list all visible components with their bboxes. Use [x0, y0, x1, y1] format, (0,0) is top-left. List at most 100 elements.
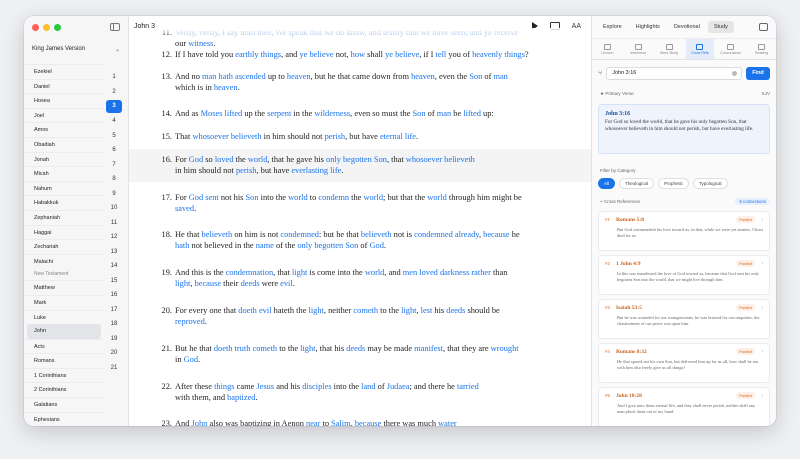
linked-word[interactable]: heaven	[287, 72, 311, 81]
linked-word[interactable]: Salim	[331, 419, 351, 426]
version-selector[interactable]: King James Version ⌄	[32, 42, 120, 56]
linked-word[interactable]: serpent	[267, 109, 291, 118]
linked-word[interactable]: condemnation	[226, 268, 273, 277]
verse-16[interactable]: 16. For God so loved the world, that he g…	[129, 149, 591, 182]
linked-word[interactable]: deeds	[446, 306, 465, 315]
linked-word[interactable]: tell	[436, 50, 447, 59]
sidebar-book-hosea[interactable]: Hosea	[24, 93, 104, 108]
linked-word[interactable]: man hath ascended	[202, 72, 266, 81]
linked-word[interactable]: light	[309, 306, 324, 315]
linked-word[interactable]: Judaea	[387, 382, 410, 391]
chapter-19[interactable]: 19	[106, 332, 122, 347]
verse-22[interactable]: 22. After these things came Jesus and his…	[129, 381, 591, 404]
sidebar-book-daniel[interactable]: Daniel	[24, 78, 104, 94]
chip-prophetic[interactable]: Prophetic	[658, 178, 690, 189]
linked-word[interactable]: lifted	[463, 109, 481, 118]
cross-ref-card[interactable]: #1 Romans 5:8 Parallel › But God commendeth …	[598, 211, 770, 251]
linked-word[interactable]: world	[248, 155, 268, 164]
linked-word[interactable]: God	[184, 355, 198, 364]
linked-word[interactable]: God sent	[189, 193, 219, 202]
chapter-2[interactable]: 2	[106, 85, 122, 100]
verse-12[interactable]: 12. If I have told you earthly things, an…	[129, 49, 591, 60]
tab-highlights[interactable]: Highlights	[630, 21, 666, 33]
sidebar-book-amos[interactable]: Amos	[24, 122, 104, 137]
sidebar-book-ephesians[interactable]: Ephesians	[24, 411, 104, 426]
linked-word[interactable]: Moses lifted	[201, 109, 243, 118]
linked-word[interactable]: Son	[413, 109, 426, 118]
chip-all[interactable]: All	[598, 178, 616, 189]
linked-word[interactable]: Son	[469, 72, 482, 81]
sidebar-book-zephaniah[interactable]: Zephaniah	[24, 209, 104, 225]
linked-word[interactable]: Jesus	[256, 382, 274, 391]
find-button[interactable]: Find	[746, 66, 770, 80]
chapter-15[interactable]: 15	[106, 274, 122, 289]
verse-21[interactable]: 21. But he that doeth truth cometh to the…	[129, 343, 591, 366]
card-ref[interactable]: Isaiah 53:5	[616, 305, 730, 311]
linked-word[interactable]: everlasting life	[291, 166, 341, 175]
linked-word[interactable]: tarried	[457, 382, 479, 391]
linked-word[interactable]: men loved darkness rather	[403, 268, 491, 277]
linked-word[interactable]: world	[365, 268, 385, 277]
card-ref[interactable]: Romans 8:32	[616, 349, 730, 355]
chapter-16[interactable]: 16	[106, 288, 122, 303]
chapter-7[interactable]: 7	[106, 158, 122, 173]
tab-devotional[interactable]: Devotional	[668, 21, 706, 33]
sidebar-book-habakkuk[interactable]: Habakkuk	[24, 195, 104, 210]
linked-word[interactable]: witness	[188, 39, 213, 48]
linked-word[interactable]: Son	[246, 193, 259, 202]
linked-word[interactable]: world	[427, 193, 447, 202]
linked-word[interactable]: light	[292, 268, 307, 277]
chapter-12[interactable]: 12	[106, 230, 122, 245]
tool-reading[interactable]: Reading	[748, 39, 776, 59]
linked-word[interactable]: near	[306, 419, 320, 426]
linked-word[interactable]: man	[493, 72, 507, 81]
sidebar-book-micah[interactable]: Micah	[24, 166, 104, 181]
linked-word[interactable]: condemned	[280, 230, 319, 239]
sidebar-book-acts[interactable]: Acts	[24, 338, 104, 354]
linked-word[interactable]: hath	[175, 241, 189, 250]
reference-search-input[interactable]: John 3:16	[606, 66, 742, 80]
sidebar-book-haggai[interactable]: Haggai	[24, 224, 104, 240]
cross-ref-card[interactable]: #2 1 John 4:9 Parallel › In this was manifes…	[598, 255, 770, 295]
verse-14[interactable]: 14. And as Moses lifted up the serpent in…	[129, 108, 591, 119]
linked-word[interactable]: ye believe	[385, 50, 419, 59]
tool-cross-refs[interactable]: Cross Refs	[685, 39, 714, 59]
linked-word[interactable]: only begotten Son	[326, 155, 387, 164]
linked-word[interactable]: disciples	[302, 382, 331, 391]
linked-word[interactable]: John	[192, 419, 208, 426]
linked-word[interactable]: light	[300, 344, 315, 353]
chapter-9[interactable]: 9	[106, 187, 122, 202]
linked-word[interactable]: whosoever believeth	[406, 155, 475, 164]
linked-word[interactable]: because	[483, 230, 510, 239]
sidebar-book-ezekiel[interactable]: Ezekiel	[24, 64, 104, 79]
sidebar-book-jonah[interactable]: Jonah	[24, 151, 104, 167]
sidebar-book-luke[interactable]: Luke	[24, 309, 104, 325]
chapter-14[interactable]: 14	[106, 259, 122, 274]
sidebar-book-romans[interactable]: Romans	[24, 353, 104, 368]
verse-15[interactable]: 15. That whosoever believeth in him shoul…	[129, 131, 591, 142]
chapter-11[interactable]: 11	[106, 216, 122, 231]
linked-word[interactable]: water	[438, 419, 457, 426]
tool-lexicon[interactable]: Lexicon	[593, 39, 621, 59]
chapter-4[interactable]: 4	[106, 114, 122, 129]
linked-word[interactable]: light	[401, 306, 416, 315]
verse-18[interactable]: 18. He that believeth on him is not conde…	[129, 229, 591, 252]
linked-word[interactable]: saved	[175, 204, 194, 213]
linked-word[interactable]: doeth evil	[238, 306, 271, 315]
linked-word[interactable]: baptized	[227, 393, 255, 402]
linked-word[interactable]: cometh	[353, 306, 378, 315]
linked-word[interactable]: believeth	[202, 230, 233, 239]
sidebar-book-2-corinthians[interactable]: 2 Corinthians	[24, 382, 104, 397]
chip-typological[interactable]: Typological	[693, 178, 728, 189]
linked-word[interactable]: perish	[325, 132, 345, 141]
sidebar-toggle-icon[interactable]	[110, 23, 120, 31]
panel-toggle-icon[interactable]	[759, 23, 768, 31]
linked-word[interactable]: eternal life	[380, 132, 416, 141]
linked-word[interactable]: lest	[421, 306, 433, 315]
chapter-18[interactable]: 18	[106, 317, 122, 332]
linked-word[interactable]: things	[214, 382, 234, 391]
sidebar-book-john[interactable]: John	[27, 324, 101, 339]
sidebar-book-obadiah[interactable]: Obadiah	[24, 136, 104, 152]
chapter-8[interactable]: 8	[106, 172, 122, 187]
linked-word[interactable]: world	[288, 193, 308, 202]
